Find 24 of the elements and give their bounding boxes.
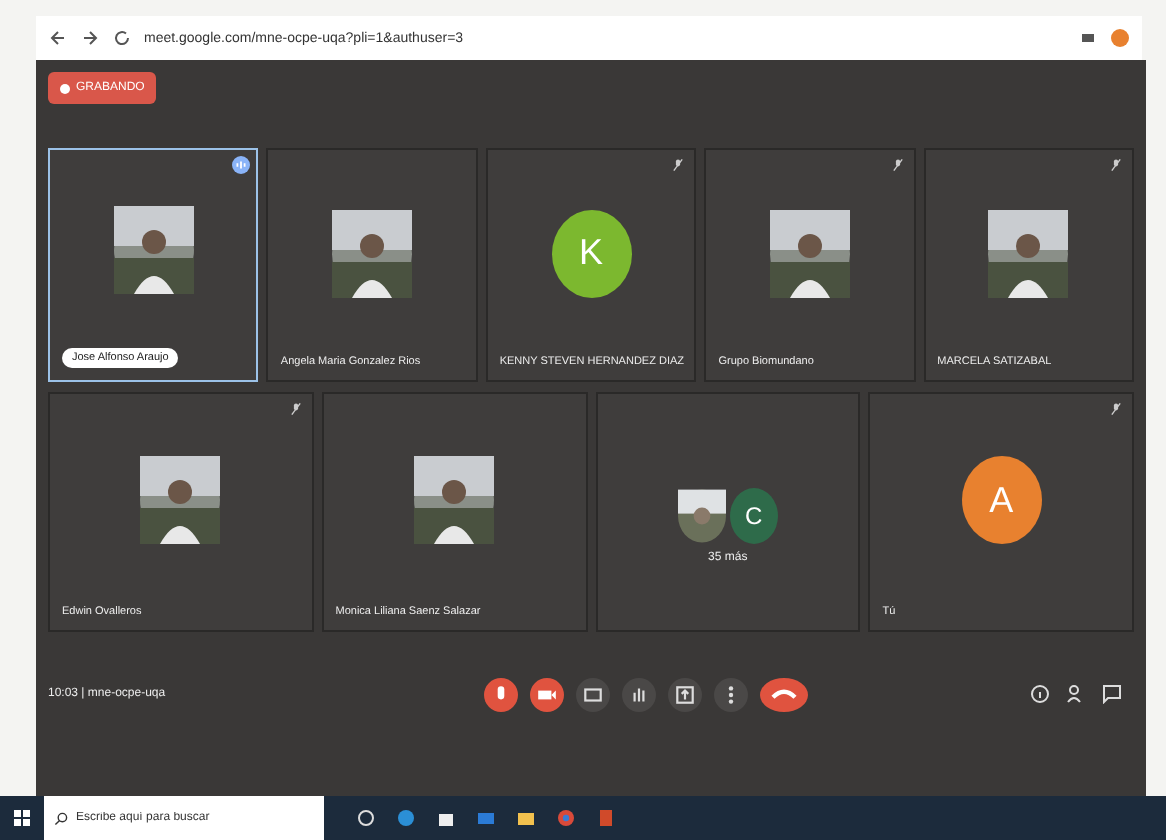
microphone-button[interactable]: [483, 677, 517, 711]
avatar: K: [551, 209, 632, 297]
leave-call-button[interactable]: [759, 677, 807, 711]
document-icon[interactable]: [596, 808, 616, 828]
back-icon[interactable]: [48, 28, 68, 48]
present-button[interactable]: [667, 677, 701, 711]
windows-start-icon[interactable]: [12, 808, 32, 828]
people-icon[interactable]: [1066, 684, 1086, 704]
captions-button[interactable]: [575, 677, 609, 711]
raise-hand-button[interactable]: [621, 677, 655, 711]
avatar: A: [961, 456, 1042, 544]
circle-icon[interactable]: [356, 808, 376, 828]
info-icon[interactable]: [1030, 684, 1050, 704]
rectangle-icon: [581, 683, 603, 705]
upload-icon: [673, 683, 695, 705]
camera-button[interactable]: [529, 677, 563, 711]
more-options-button[interactable]: [713, 677, 747, 711]
chat-icon[interactable]: [1102, 684, 1122, 704]
reload-icon[interactable]: [112, 28, 132, 48]
avatar: C: [729, 488, 778, 544]
search-icon: [54, 811, 68, 825]
avatar-icon[interactable]: [1110, 28, 1130, 48]
forward-icon[interactable]: [80, 28, 100, 48]
folder-icon[interactable]: [516, 808, 536, 828]
